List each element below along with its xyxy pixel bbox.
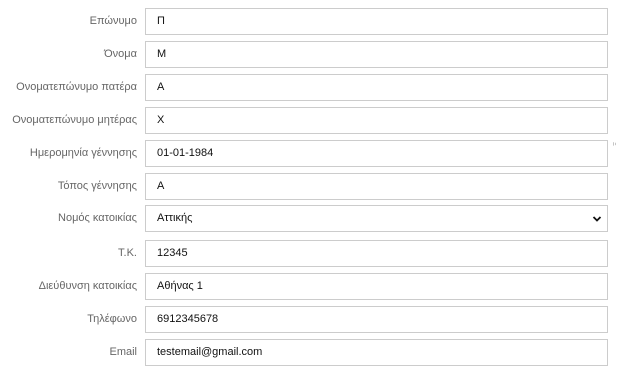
chevron-down-icon bbox=[592, 216, 602, 222]
surname-input[interactable]: Π bbox=[145, 8, 608, 35]
first-name-input[interactable]: Μ bbox=[145, 41, 608, 68]
row-birth-date: Ημερομηνία γέννησης 01-01-1984 bbox=[0, 140, 617, 167]
first-name-label: Όνομα bbox=[104, 48, 137, 60]
mother-name-label: Ονοματεπώνυμο μητέρας bbox=[12, 114, 137, 126]
father-name-label: Ονοματεπώνυμο πατέρα bbox=[16, 81, 137, 93]
row-phone: Τηλέφωνο 6912345678 bbox=[0, 306, 617, 333]
prefecture-select[interactable]: Αττικής bbox=[145, 205, 608, 232]
address-label: Διεύθυνση κατοικίας bbox=[38, 280, 137, 292]
birth-date-label: Ημερομηνία γέννησης bbox=[29, 147, 137, 159]
row-postal-code: Τ.Κ. 12345 bbox=[0, 240, 617, 267]
mother-name-input[interactable]: Χ bbox=[145, 107, 608, 134]
email-label: Email bbox=[109, 346, 137, 358]
row-address: Διεύθυνση κατοικίας Αθήνας 1 bbox=[0, 273, 617, 300]
row-father-name: Ονοματεπώνυμο πατέρα Α bbox=[0, 74, 617, 101]
birth-place-label: Τόπος γέννησης bbox=[57, 180, 137, 192]
prefecture-selected-value: Αττικής bbox=[157, 212, 193, 224]
row-surname: Επώνυμο Π bbox=[0, 8, 617, 35]
address-input[interactable]: Αθήνας 1 bbox=[145, 273, 608, 300]
email-input[interactable]: testemail@gmail.com bbox=[145, 339, 608, 366]
registration-form: Επώνυμο Π Όνομα Μ Ονοματεπώνυμο πατέρα Α… bbox=[0, 0, 617, 366]
father-name-input[interactable]: Α bbox=[145, 74, 608, 101]
birth-place-input[interactable]: Α bbox=[145, 173, 608, 200]
phone-input[interactable]: 6912345678 bbox=[145, 306, 608, 333]
row-prefecture: Νομός κατοικίας Αττικής bbox=[0, 205, 617, 232]
row-birth-place: Τόπος γέννησης Α bbox=[0, 173, 617, 200]
row-mother-name: Ονοματεπώνυμο μητέρας Χ bbox=[0, 107, 617, 134]
phone-label: Τηλέφωνο bbox=[87, 313, 137, 325]
postal-code-label: Τ.Κ. bbox=[118, 247, 137, 259]
side-text: Ξ bbox=[611, 142, 617, 146]
postal-code-input[interactable]: 12345 bbox=[145, 240, 608, 267]
row-first-name: Όνομα Μ bbox=[0, 41, 617, 68]
birth-date-input[interactable]: 01-01-1984 bbox=[145, 140, 608, 167]
surname-label: Επώνυμο bbox=[89, 15, 137, 27]
row-email: Email testemail@gmail.com bbox=[0, 339, 617, 366]
prefecture-label: Νομός κατοικίας bbox=[58, 212, 137, 224]
